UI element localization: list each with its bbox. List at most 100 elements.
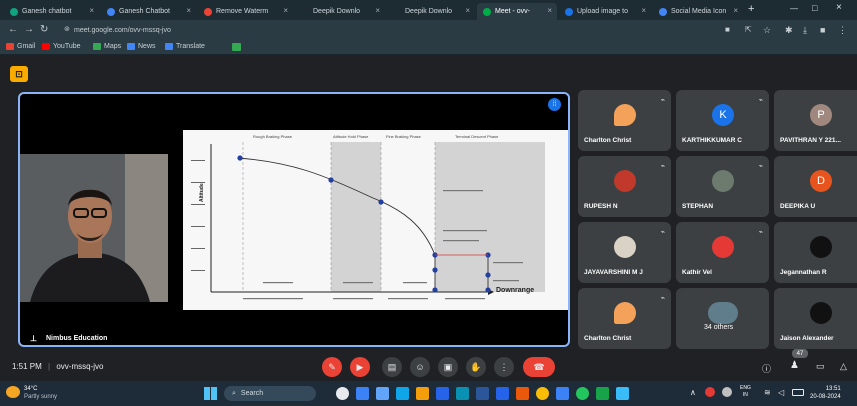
captions-button[interactable]: ▤	[382, 357, 402, 377]
app-icon[interactable]	[356, 387, 369, 400]
bookmark-star-icon[interactable]: ☆	[763, 24, 771, 36]
bookmark-youtube[interactable]: YouTube	[42, 43, 81, 50]
maximize-button[interactable]: □	[812, 3, 817, 13]
chrome-icon[interactable]	[536, 387, 549, 400]
browser-tab[interactable]: Social Media Icon ×	[653, 3, 743, 20]
site-info-icon[interactable]: ⊚	[64, 25, 70, 33]
close-window-button[interactable]: ×	[836, 2, 842, 13]
logo-icon	[614, 302, 636, 324]
forward-button[interactable]: →	[24, 24, 34, 36]
downloads-icon[interactable]: ⤓	[803, 24, 807, 36]
participant-tile[interactable]: ⌁ JAYAVARSHINI M J	[578, 222, 671, 283]
app-icon[interactable]	[616, 387, 629, 400]
meet-icon	[483, 7, 491, 16]
bookmark-maps[interactable]: Maps	[93, 43, 121, 50]
bookmark-translate[interactable]: Translate	[165, 43, 205, 50]
participant-tile[interactable]: ⌁Jaison Alexander	[774, 288, 857, 349]
extensions-icon[interactable]: ✱	[785, 24, 793, 36]
info-icon[interactable]: ⓘ	[762, 362, 771, 375]
word-icon[interactable]	[476, 387, 489, 400]
taskbar-clock[interactable]: 13:51 20-08-2024	[810, 385, 841, 401]
participant-tile[interactable]: D⌁DEEPIKA U	[774, 156, 857, 217]
raise-hand-button[interactable]: ✋	[466, 357, 486, 377]
browser-tab[interactable]: Ganesh chatbot ×	[4, 3, 99, 20]
menu-icon[interactable]: ⋮	[838, 24, 847, 36]
volume-icon[interactable]: ◁	[778, 388, 784, 397]
tray-chevron-up-icon[interactable]: ∧	[690, 388, 696, 397]
camera-icon[interactable]: ■	[725, 24, 730, 36]
participant-name: Jaison Alexander	[780, 335, 834, 342]
participant-tile[interactable]: K ⌁ KARTHIKKUMAR C	[676, 90, 769, 151]
pin-icon[interactable]: ⊥	[30, 334, 37, 343]
close-icon[interactable]: ×	[283, 6, 288, 15]
close-icon[interactable]: ×	[641, 6, 646, 15]
browser-tab[interactable]: Deepik Downlo ×	[295, 3, 385, 20]
participant-tile[interactable]: ⌁ RUPESH N	[578, 156, 671, 217]
close-icon[interactable]: ×	[733, 6, 738, 15]
y-axis-label: Altitude	[199, 183, 205, 202]
close-icon[interactable]: ×	[547, 6, 552, 15]
browser-tab-active[interactable]: Meet - ovv- ×	[477, 3, 557, 20]
taskbar-search-input[interactable]: ⌕ Search	[224, 386, 316, 401]
app-icon[interactable]	[596, 387, 609, 400]
browser-tab[interactable]: Deepik Downlo ×	[387, 3, 475, 20]
participant-tile[interactable]: ⌁ Kathir Vel	[676, 222, 769, 283]
wifi-icon[interactable]: ≋	[764, 388, 771, 397]
close-icon[interactable]: ×	[186, 6, 191, 15]
more-options-button[interactable]: ⋮	[494, 357, 514, 377]
people-button[interactable]: ♟	[790, 360, 799, 371]
sheets-icon[interactable]	[232, 43, 241, 51]
app-icon[interactable]	[396, 387, 409, 400]
profile-icon[interactable]: ■	[820, 24, 825, 36]
edge-icon[interactable]	[456, 387, 469, 400]
reload-button[interactable]: ↻	[40, 24, 48, 36]
browser-tab[interactable]: Remove Waterm ×	[198, 3, 293, 20]
participant-tile[interactable]: ⌁ Charlton Christ	[578, 90, 671, 151]
leave-call-button[interactable]: ☎	[523, 357, 555, 377]
tray-app-icon[interactable]	[722, 387, 732, 397]
participant-tile[interactable]: ⌁ STEPHAN	[676, 156, 769, 217]
muted-mic-icon: ⌁	[758, 229, 763, 236]
app-icon[interactable]	[516, 387, 529, 400]
camera-toggle-button[interactable]: ▶	[350, 357, 370, 377]
weather-widget[interactable]: 34°C Partly sunny	[24, 385, 57, 401]
language-indicator[interactable]: ENG IN	[740, 385, 751, 399]
app-icon[interactable]	[436, 387, 449, 400]
participant-tile[interactable]: 34 others	[676, 288, 769, 349]
url-input[interactable]: ⊚ meet.google.com/ovv-mssq-jvo	[60, 23, 700, 37]
mic-toggle-button[interactable]: ✎	[322, 357, 342, 377]
photos-icon[interactable]	[556, 387, 569, 400]
browser-tab[interactable]: Upload image to ×	[559, 3, 651, 20]
taskview-icon[interactable]	[336, 387, 349, 400]
meeting-info: 1:51 PM | ovv-mssq-jvo	[12, 362, 103, 371]
app-icon[interactable]	[496, 387, 509, 400]
share-icon[interactable]: ⇱	[745, 24, 752, 36]
participant-tile[interactable]: P⌁PAVITHRAN Y 221...	[774, 90, 857, 151]
participant-tile[interactable]: ⌁Jegannathan R	[774, 222, 857, 283]
windows-start-icon[interactable]	[204, 387, 217, 400]
browser-tab[interactable]: Ganesh Chatbot ×	[101, 3, 196, 20]
tray-app-icon[interactable]	[705, 387, 715, 397]
chat-icon[interactable]: ▭	[816, 361, 825, 372]
minimize-button[interactable]: —	[790, 4, 798, 13]
battery-icon[interactable]	[792, 389, 804, 396]
reactions-button[interactable]: ☺	[410, 357, 430, 377]
back-button[interactable]: ←	[8, 24, 18, 36]
new-tab-button[interactable]: +	[748, 3, 754, 15]
meeting-code[interactable]: ovv-mssq-jvo	[56, 362, 103, 371]
translate-icon	[165, 43, 173, 50]
participant-tile[interactable]: ⌁ Charlton Christ	[578, 288, 671, 349]
companion-icon[interactable]: ⊡	[10, 66, 28, 82]
main-video-tile[interactable]: Rough Braking Phase Attitude Hold Phase …	[18, 92, 570, 347]
close-icon[interactable]: ×	[375, 6, 380, 15]
bookmark-gmail[interactable]: Gmail	[6, 43, 35, 50]
app-icon[interactable]	[576, 387, 589, 400]
app-icon[interactable]	[376, 387, 389, 400]
file-explorer-icon[interactable]	[416, 387, 429, 400]
weather-icon[interactable]	[6, 386, 20, 398]
bookmark-news[interactable]: News	[127, 43, 156, 50]
close-icon[interactable]: ×	[465, 6, 470, 15]
present-button[interactable]: ▣	[438, 357, 458, 377]
activities-icon[interactable]: △	[840, 361, 847, 372]
close-icon[interactable]: ×	[89, 6, 94, 15]
